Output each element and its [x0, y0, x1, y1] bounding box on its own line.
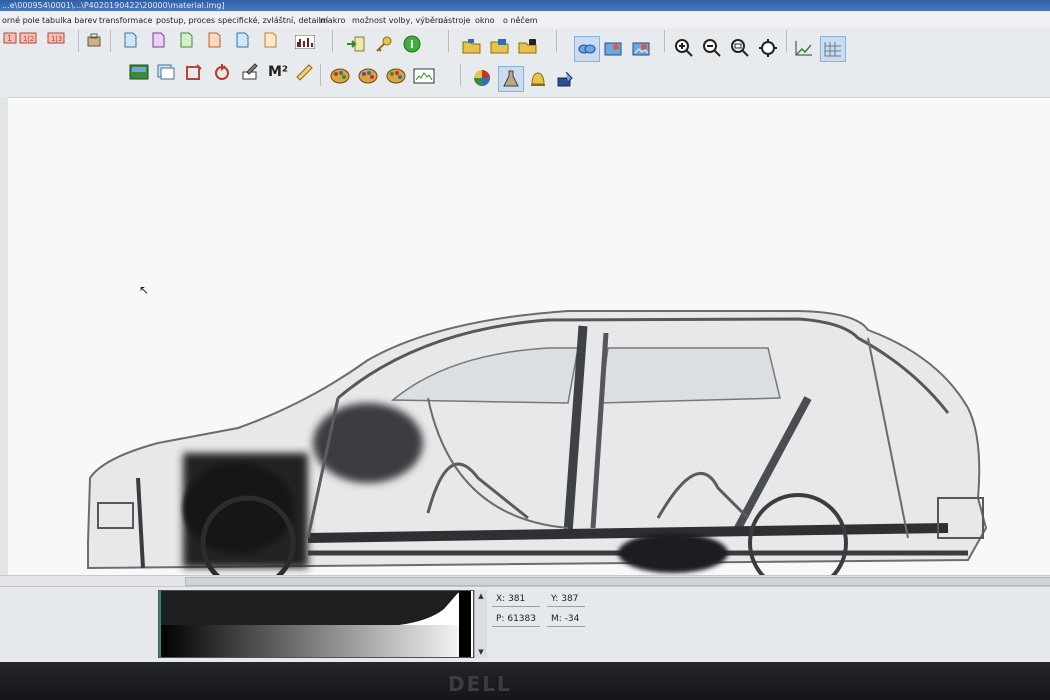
mouse-cursor-icon: ↖	[139, 283, 150, 297]
key-icon[interactable]	[374, 34, 394, 54]
menu-item-o-necem[interactable]: o něčem	[503, 16, 538, 25]
histogram-panel[interactable]	[158, 590, 474, 658]
coord-x-box	[492, 593, 540, 607]
layout-3-icon[interactable]: 1|3	[46, 28, 66, 48]
toolbar-separator	[110, 30, 111, 52]
toolbar-separator	[786, 30, 787, 52]
toolbar-separator	[320, 64, 321, 86]
info-icon[interactable]: i	[402, 34, 422, 54]
page-3-icon[interactable]	[176, 30, 196, 50]
coord-y-box	[547, 593, 585, 607]
svg-text:1|2: 1|2	[23, 35, 34, 43]
application-window: ...e\000954\0001\...\P4020190422\20000\m…	[0, 0, 1050, 662]
monitor-bezel	[0, 662, 1050, 700]
scroll-down-arrow-icon[interactable]: ▼	[475, 648, 487, 656]
import-icon[interactable]	[346, 34, 366, 54]
toolbar-separator	[556, 30, 557, 52]
stack-icon[interactable]	[490, 36, 510, 56]
zoom-custom-icon[interactable]	[758, 38, 778, 58]
page-1-icon[interactable]	[120, 30, 140, 50]
zoom-in-icon[interactable]	[674, 38, 694, 58]
xray-car-image	[87, 310, 988, 593]
page-2-icon[interactable]	[148, 30, 168, 50]
open-folder-icon[interactable]	[462, 36, 482, 56]
ruler-icon[interactable]	[294, 62, 314, 82]
menu-item-tabulka-barev[interactable]: tabulka barev	[42, 16, 97, 25]
zoom-out-icon[interactable]	[702, 38, 722, 58]
menu-item-okno[interactable]: okno	[475, 16, 495, 25]
frame-icon[interactable]	[184, 62, 204, 82]
toolbar-separator	[664, 30, 665, 52]
layout-1-icon[interactable]: 1	[0, 28, 20, 48]
zoom-fit-icon[interactable]	[730, 38, 750, 58]
page-5-icon[interactable]	[232, 30, 252, 50]
rotate-icon[interactable]	[212, 62, 232, 82]
toolbar-separator	[332, 30, 333, 52]
color-wheel-icon[interactable]	[472, 68, 492, 88]
histogram-icon[interactable]	[294, 32, 316, 52]
scroll-up-arrow-icon[interactable]: ▲	[475, 592, 487, 600]
menu-item-pole[interactable]: orné pole	[2, 16, 40, 25]
bell-icon[interactable]	[528, 68, 548, 88]
menu-item-moznost-volby[interactable]: možnost volby, výběru	[352, 16, 443, 25]
link-icon[interactable]	[574, 36, 600, 62]
svg-text:1: 1	[7, 34, 12, 43]
title-bar: ...e\000954\0001\...\P4020190422\20000\m…	[0, 0, 1050, 11]
svg-text:1|3: 1|3	[51, 35, 62, 43]
menu-item-nastroje[interactable]: nástroje	[438, 16, 470, 25]
bitmap-2-icon[interactable]	[632, 38, 652, 58]
toolbar-separator	[78, 30, 79, 52]
lock-icon[interactable]	[518, 36, 538, 56]
grid-icon[interactable]	[820, 36, 846, 62]
palette-1-icon[interactable]	[330, 66, 350, 86]
palette-3-icon[interactable]	[386, 66, 406, 86]
layout-2-icon[interactable]: 1|2	[18, 28, 38, 48]
svg-text:i: i	[410, 38, 414, 51]
briefcase-icon[interactable]	[84, 30, 104, 50]
menu-item-postup[interactable]: postup, proces	[156, 16, 215, 25]
palette-2-icon[interactable]	[358, 66, 378, 86]
horizontal-scroll-thumb[interactable]	[185, 577, 1050, 586]
image-view-icon[interactable]	[128, 62, 150, 82]
fill-icon[interactable]	[556, 68, 576, 88]
flask-icon[interactable]	[498, 66, 524, 92]
pixel-value-box	[492, 613, 540, 627]
edit-icon[interactable]	[240, 62, 260, 82]
toolbar-separator	[460, 64, 461, 86]
measure-area-icon[interactable]: M²	[266, 62, 290, 82]
menu-item-transformace[interactable]: transformace	[99, 16, 152, 25]
menu-item-specificke[interactable]: specifické, zvláštní, detailní	[218, 16, 328, 25]
toolbar-separator	[448, 30, 449, 52]
m-value-box	[547, 613, 585, 627]
horizontal-scrollbar[interactable]	[0, 575, 1050, 586]
pages-icon[interactable]	[156, 62, 176, 82]
monitor-brand-logo: DELL	[448, 672, 512, 696]
page-6-icon[interactable]	[260, 30, 280, 50]
page-4-icon[interactable]	[204, 30, 224, 50]
monitor-icon[interactable]	[412, 66, 436, 86]
graph-icon[interactable]	[794, 38, 814, 58]
histogram-scrollbar[interactable]: ▲ ▼	[474, 590, 487, 658]
bitmap-1-icon[interactable]	[604, 38, 624, 58]
menu-bar: orné pole tabulka barev transformace pos…	[0, 12, 1050, 28]
menu-item-makro[interactable]: makro	[320, 16, 345, 25]
image-canvas[interactable]: ↖	[8, 97, 1050, 593]
